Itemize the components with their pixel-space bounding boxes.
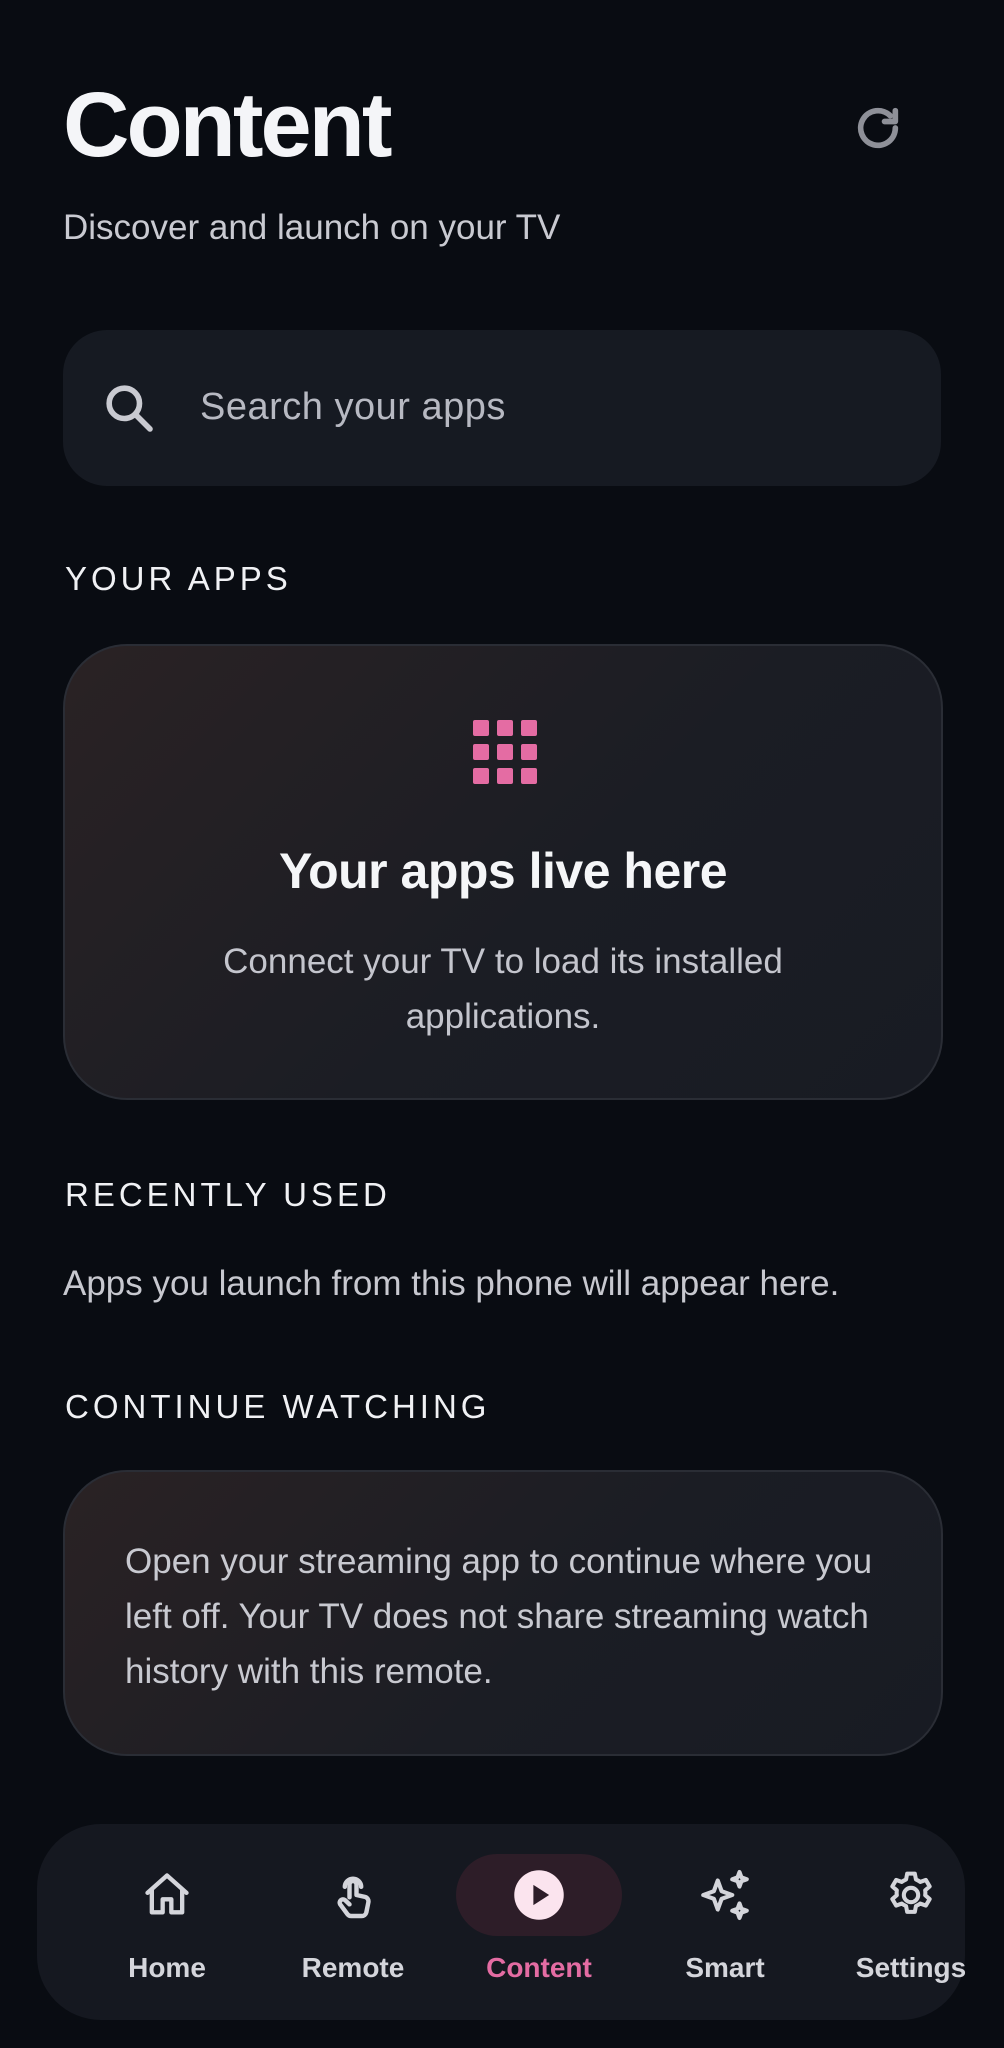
nav-item-remote[interactable]: Remote	[263, 1824, 443, 2020]
nav-label-smart: Smart	[685, 1952, 765, 1983]
section-label-continue-watching: CONTINUE WATCHING	[65, 1388, 491, 1425]
nav-label-content: Content	[486, 1952, 592, 1983]
bottom-navigation: Home Remote Content Smart Settings	[37, 1824, 966, 2020]
refresh-button[interactable]	[848, 98, 908, 158]
recently-used-empty-text: Apps you launch from this phone will app…	[63, 1264, 840, 1303]
apps-empty-title: Your apps live here	[278, 843, 728, 899]
nav-label-home: Home	[128, 1952, 206, 1983]
search-input[interactable]: Search your apps	[63, 330, 941, 486]
continue-watching-card: Open your streaming app to continue wher…	[63, 1470, 943, 1756]
continue-watching-message: Open your streaming app to continue wher…	[125, 1542, 873, 1691]
active-indicator	[456, 1854, 622, 1936]
sparkles-icon	[701, 1869, 749, 1921]
app-grid-icon	[473, 720, 537, 784]
page-subtitle: Discover and launch on your TV	[63, 208, 561, 247]
nav-item-settings[interactable]: Settings	[821, 1824, 1001, 2020]
section-label-recently-used: RECENTLY USED	[65, 1176, 391, 1213]
gear-icon	[890, 1871, 932, 1914]
play-icon	[514, 1870, 564, 1920]
nav-item-smart[interactable]: Smart	[635, 1824, 815, 2020]
nav-item-home[interactable]: Home	[77, 1824, 257, 2020]
touch-icon	[337, 1876, 371, 1919]
nav-item-content[interactable]: Content	[449, 1824, 629, 2020]
nav-label-settings: Settings	[855, 1952, 967, 1983]
section-label-your-apps: YOUR APPS	[65, 560, 292, 597]
nav-label-remote: Remote	[301, 1952, 405, 1983]
home-icon	[145, 1873, 189, 1915]
page-title: Content	[63, 74, 392, 176]
apps-empty-card: Your apps live here Connect your TV to l…	[63, 644, 943, 1100]
search-icon	[106, 385, 153, 432]
refresh-icon	[857, 107, 899, 149]
apps-empty-description: Connect your TV to load its installed ap…	[223, 942, 783, 1036]
search-placeholder: Search your apps	[200, 386, 506, 428]
